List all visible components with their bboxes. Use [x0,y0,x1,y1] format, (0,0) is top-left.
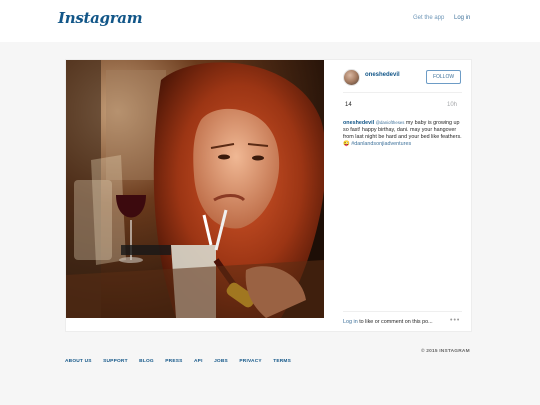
caption-hashtag[interactable]: #danlandsonjiadventures [351,141,411,147]
comment-prompt: Log in to like or comment on this po... [343,319,443,325]
footer-link-jobs[interactable]: JOBS [214,359,228,364]
footer-links: ABOUT US SUPPORT BLOG PRESS API JOBS PRI… [65,349,298,367]
footer-link-support[interactable]: SUPPORT [103,359,128,364]
comment-login-link[interactable]: Log in [343,319,358,325]
header-divider [343,92,462,93]
caption-username[interactable]: oneshedevil [343,120,374,126]
top-nav-bar: Instagram Get the app Log in [0,0,540,42]
like-count[interactable]: 14 [345,102,352,108]
get-the-app-link[interactable]: Get the app [413,15,444,21]
comment-prompt-text: to like or comment on this po... [359,319,433,325]
post-username[interactable]: oneshedevil [365,72,400,78]
copyright-notice: © 2015 INSTAGRAM [421,349,470,354]
footer-link-api[interactable]: API [194,359,203,364]
more-options-icon[interactable]: ••• [450,317,460,324]
user-avatar[interactable] [343,69,360,86]
footer-link-privacy[interactable]: PRIVACY [239,359,261,364]
post-sidebar: oneshedevil FOLLOW 14 10h oneshedevil @d… [334,60,471,331]
caption-mention[interactable]: @danioftheses [376,120,405,125]
login-link[interactable]: Log in [454,15,470,21]
footer-link-blog[interactable]: BLOG [139,359,154,364]
footer-link-about[interactable]: ABOUT US [65,359,92,364]
instagram-logo[interactable]: Instagram [58,9,143,27]
footer-link-press[interactable]: PRESS [165,359,182,364]
follow-button[interactable]: FOLLOW [426,70,461,84]
post-caption: oneshedevil @danioftheses my baby is gro… [343,119,465,148]
post-photo-image [66,60,324,318]
post-timestamp: 10h [447,102,458,108]
post-card: oneshedevil FOLLOW 14 10h oneshedevil @d… [65,59,472,332]
comment-divider [343,311,462,312]
post-photo[interactable] [66,60,324,318]
footer-link-terms[interactable]: TERMS [273,359,291,364]
